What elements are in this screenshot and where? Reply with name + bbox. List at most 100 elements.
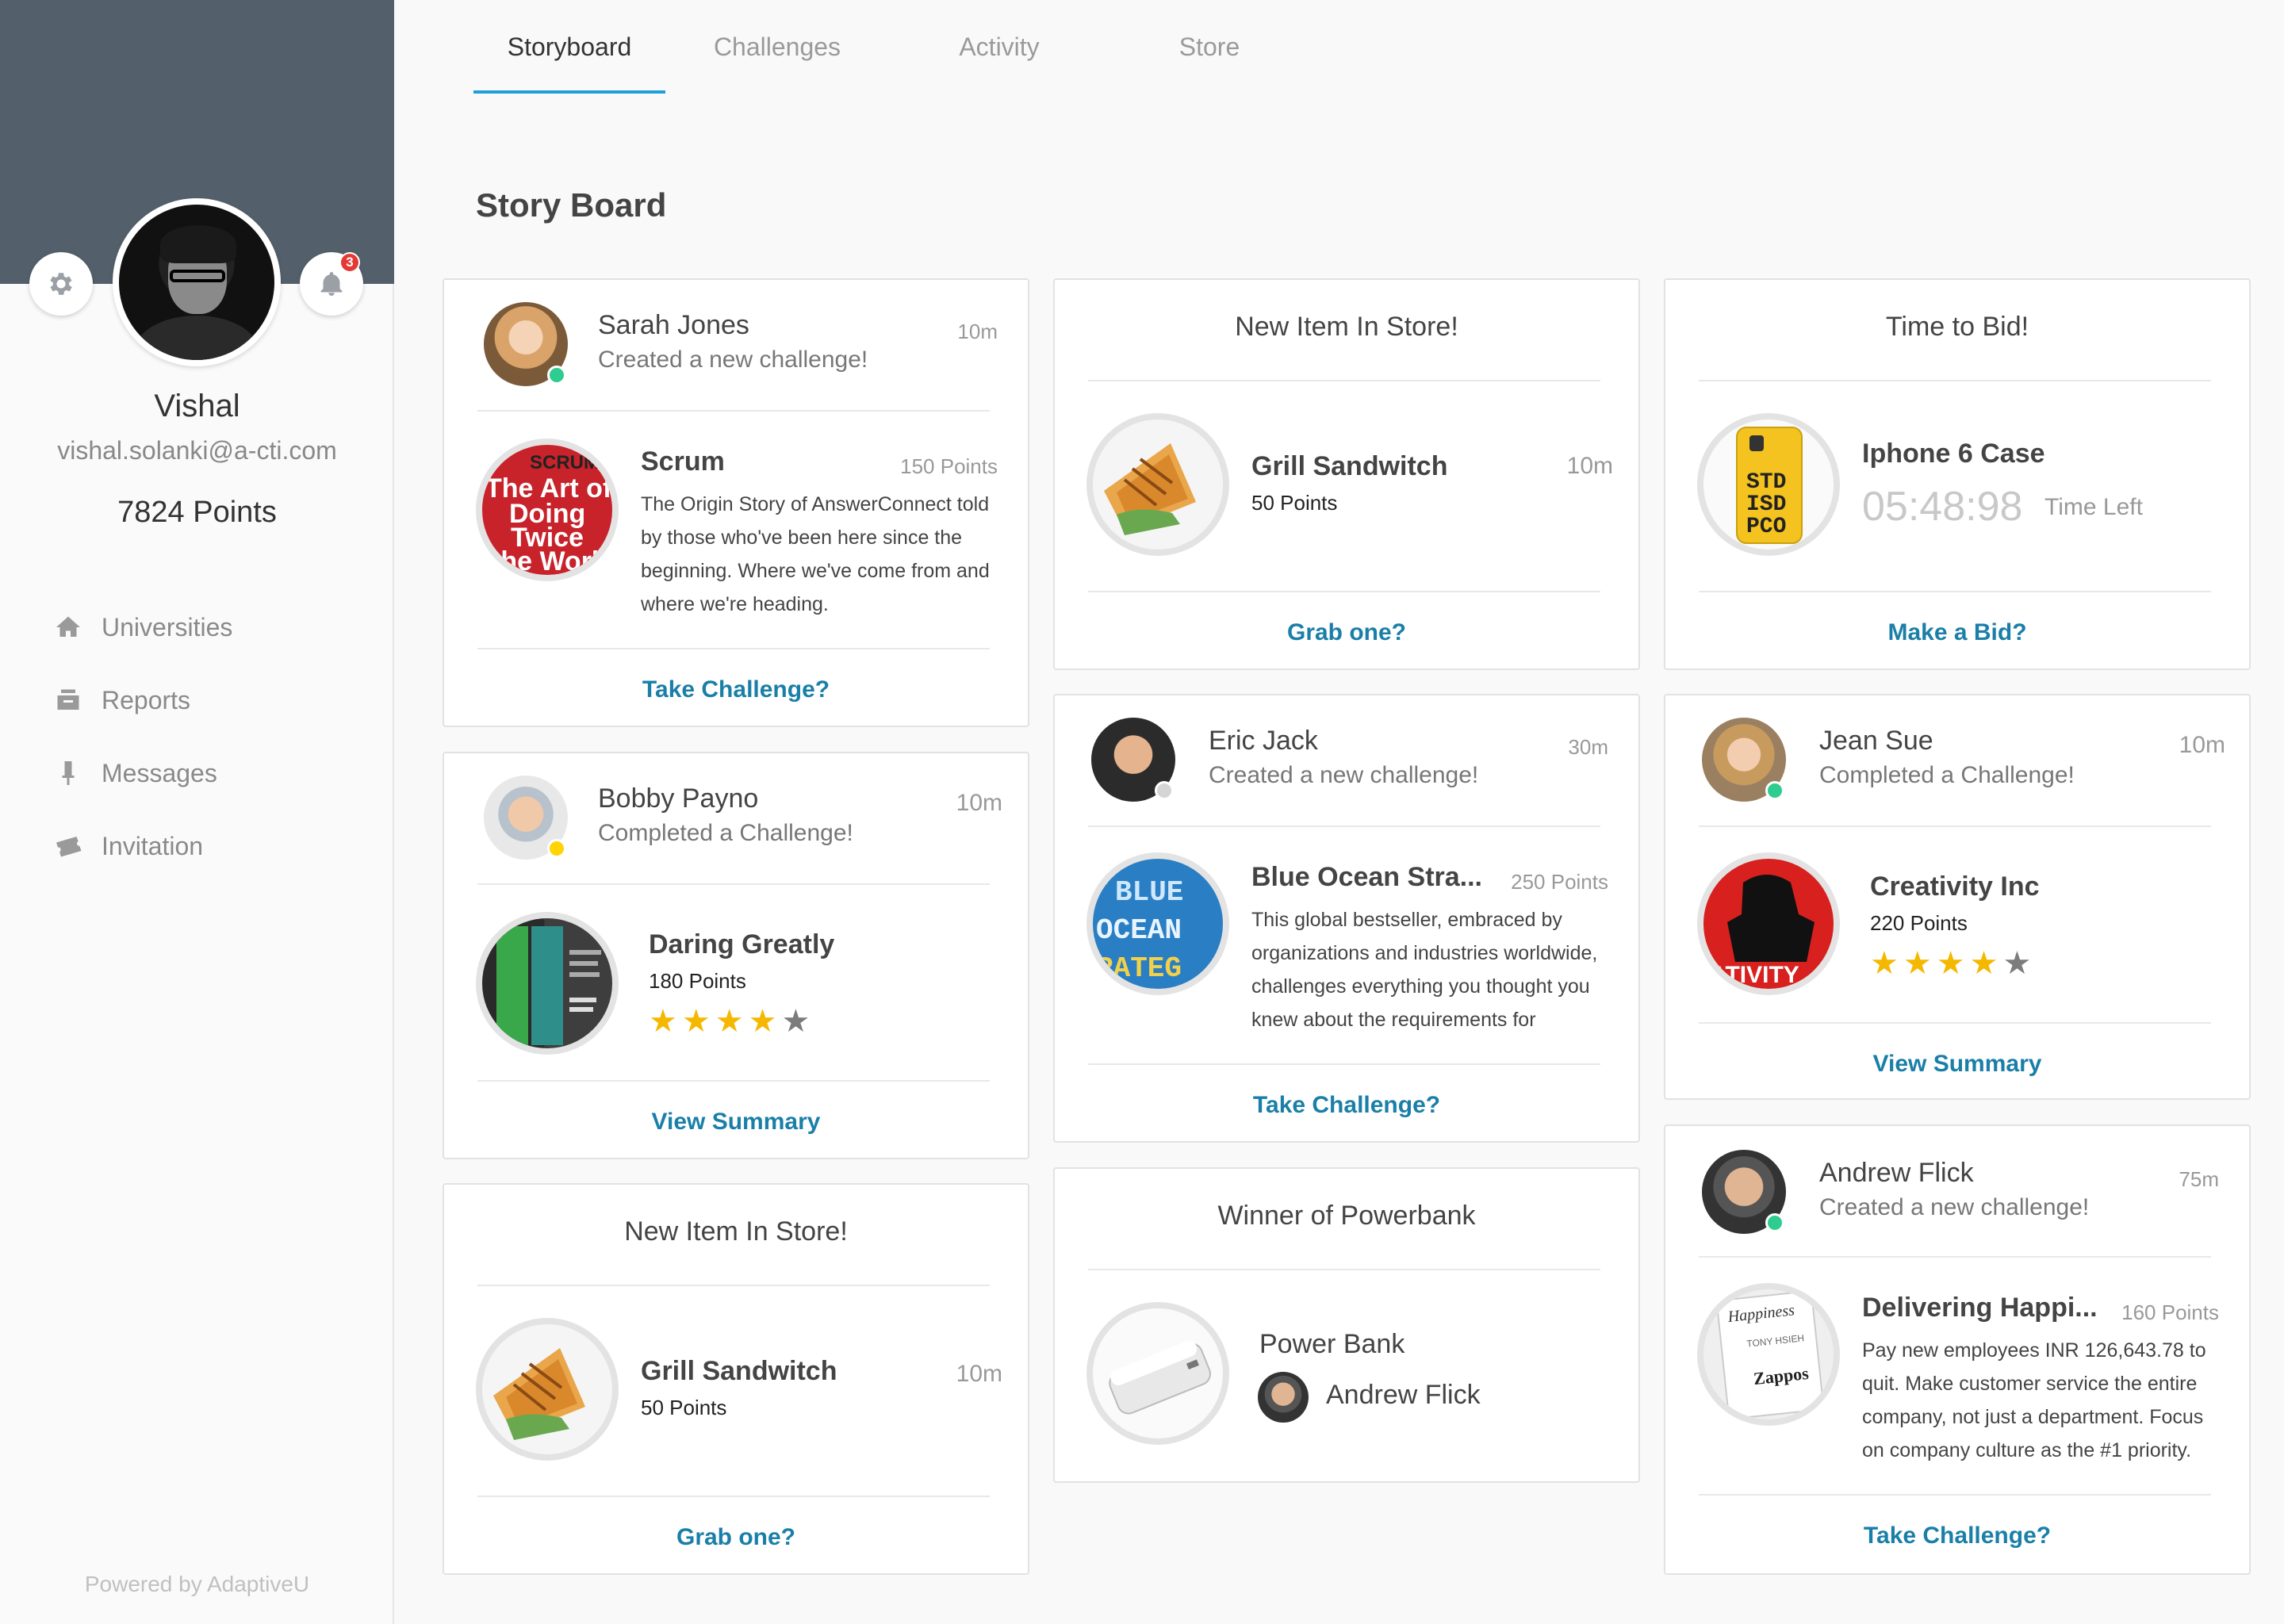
grab-one-button[interactable]: Grab one? (444, 1524, 1028, 1551)
story-card-jean-sue: Jean Sue Completed a Challenge! 10m ATIV… (1664, 694, 2251, 1100)
activity-text: Created a new challenge! (1209, 762, 1479, 788)
book-cover-daring-greatly (476, 912, 619, 1055)
winner-card-powerbank: Winner of Powerbank Power Bank Andrew Fl… (1053, 1167, 1640, 1483)
book-cover-scrum: SCRUM The Art of Doing Twice the Work (476, 439, 619, 581)
view-summary-button[interactable]: View Summary (444, 1109, 1028, 1136)
challenge-points: 160 Points (2121, 1300, 2219, 1324)
activity-text: Completed a Challenge! (1819, 762, 2075, 788)
gear-icon (50, 273, 72, 295)
status-away (547, 839, 566, 858)
sidebar-item-reports[interactable]: Reports (54, 664, 232, 737)
sidebar-item-label: Reports (102, 685, 191, 714)
svg-text:PCO: PCO (1746, 515, 1786, 539)
take-challenge-button[interactable]: Take Challenge? (444, 676, 1028, 703)
product-title[interactable]: Grill Sandwitch (641, 1356, 837, 1387)
tab-store[interactable]: Store (1109, 0, 1301, 94)
avatar[interactable] (1702, 1150, 1786, 1234)
card-title: Winner of Powerbank (1217, 1201, 1476, 1231)
reports-icon (57, 689, 79, 710)
powered-by-footer: Powered by AdaptiveU (84, 1572, 310, 1596)
svg-text:RATEG: RATEG (1096, 952, 1182, 985)
person-name: Andrew Flick (1819, 1158, 1974, 1188)
product-title[interactable]: Iphone 6 Case (1862, 439, 2045, 469)
product-image-sandwich (476, 1318, 619, 1461)
story-card-andrew-flick: Andrew Flick Created a new challenge! 75… (1664, 1124, 2251, 1575)
settings-button[interactable] (29, 252, 93, 316)
person-name: Eric Jack (1209, 726, 1318, 756)
tab-storyboard[interactable]: Storyboard (473, 0, 665, 94)
timestamp: 10m (956, 1361, 1002, 1387)
challenge-description: The Origin Story of AnswerConnect told by… (641, 493, 990, 615)
store-card-grill-sandwich-2: New Item In Store! Grill Sandwitch 50 Po… (1053, 278, 1640, 670)
challenge-title[interactable]: Delivering Happi... (1862, 1293, 2098, 1323)
user-points: 7824 Points (117, 496, 277, 529)
timestamp: 10m (1566, 453, 1613, 479)
challenge-points: 250 Points (1511, 870, 1608, 894)
book-cover-creativity-inc: ATIVITY (1697, 852, 1840, 995)
challenge-title[interactable]: Blue Ocean Stra... (1251, 862, 1482, 893)
bell-icon (320, 272, 343, 296)
bid-card-iphone-case: Time to Bid! STD ISD PCO Iphone 6 Case 0… (1664, 278, 2251, 670)
svg-text:ATIVITY: ATIVITY (1710, 962, 1799, 988)
notifications-button[interactable]: 3 (300, 252, 363, 316)
take-challenge-button[interactable]: Take Challenge? (1055, 1092, 1638, 1119)
sidebar-item-universities[interactable]: Universities (54, 591, 232, 664)
view-summary-button[interactable]: View Summary (1665, 1051, 2249, 1078)
person-name: Sarah Jones (598, 310, 749, 340)
page-title: Story Board (476, 186, 667, 224)
activity-text: Created a new challenge! (598, 347, 868, 373)
challenge-title[interactable]: Scrum (641, 446, 725, 477)
top-tabs: Storyboard Challenges Activity Store (473, 0, 1301, 94)
challenge-title[interactable]: Creativity Inc (1870, 871, 2040, 902)
product-image-sandwich (1086, 413, 1229, 556)
sidebar-item-label: Messages (102, 758, 217, 787)
profile-avatar[interactable] (113, 198, 281, 366)
star-icon: ★ (1936, 946, 1965, 981)
status-online (1765, 781, 1784, 800)
status-online (1765, 1213, 1784, 1232)
star-icon: ★ (2002, 946, 2032, 981)
sidebar-item-label: Invitation (102, 831, 204, 860)
person-name: Bobby Payno (598, 783, 759, 814)
product-title[interactable]: Grill Sandwitch (1251, 451, 1447, 482)
svg-text:BLUE: BLUE (1115, 876, 1183, 909)
sidebar-nav: Universities Reports Messages Invitation (54, 591, 232, 883)
product-points: 50 Points (1251, 491, 1338, 515)
sidebar-item-label: Universities (102, 612, 233, 642)
star-icon: ★ (1903, 946, 1932, 981)
activity-text: Created a new challenge! (1819, 1194, 2090, 1220)
user-email: vishal.solanki@a-cti.com (57, 436, 337, 465)
avatar[interactable] (484, 776, 568, 860)
make-bid-button[interactable]: Make a Bid? (1665, 619, 2249, 646)
star-icon: ★ (781, 1004, 811, 1039)
timestamp: 10m (2179, 732, 2225, 758)
messages-icon (62, 761, 75, 785)
grab-one-button[interactable]: Grab one? (1055, 619, 1638, 646)
timestamp: 75m (2179, 1167, 2219, 1191)
status-offline (1155, 781, 1174, 800)
svg-text:SCRUM: SCRUM (530, 452, 600, 473)
challenge-title[interactable]: Daring Greatly (649, 929, 834, 960)
svg-text:OCEAN: OCEAN (1096, 914, 1182, 947)
star-icon: ★ (1969, 946, 1998, 981)
sidebar: 3 Vishal vishal.solanki@a-cti.com 7824 P… (0, 0, 394, 1624)
challenge-points: 180 Points (649, 969, 746, 993)
avatar[interactable] (1702, 718, 1786, 802)
star-icon: ★ (715, 1004, 744, 1039)
sidebar-item-invitation[interactable]: Invitation (54, 810, 232, 883)
tab-activity[interactable]: Activity (918, 0, 1109, 94)
star-icon: ★ (1870, 946, 1899, 981)
product-image-iphone-case: STD ISD PCO (1697, 413, 1840, 556)
winner-avatar[interactable] (1258, 1372, 1309, 1423)
avatar[interactable] (1091, 718, 1175, 802)
tab-challenges[interactable]: Challenges (665, 0, 918, 94)
home-icon (56, 616, 80, 637)
book-cover-blue-ocean: BLUE OCEAN RATEG (1086, 852, 1229, 995)
take-challenge-button[interactable]: Take Challenge? (1665, 1522, 2249, 1549)
rating-stars: ★ ★ ★ ★ ★ (649, 1005, 814, 1037)
sidebar-item-messages[interactable]: Messages (54, 737, 232, 810)
winner-name: Andrew Flick (1326, 1380, 1481, 1410)
avatar[interactable] (484, 302, 568, 386)
time-left-label: Time Left (2044, 494, 2143, 520)
product-points: 50 Points (641, 1396, 727, 1419)
